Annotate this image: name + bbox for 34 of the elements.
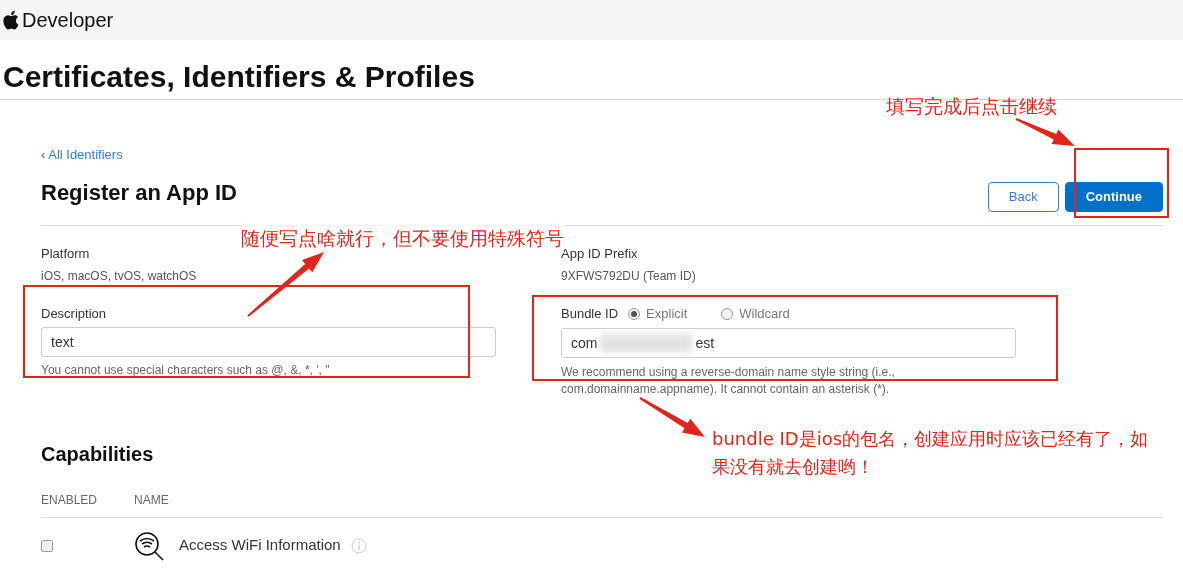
checkbox[interactable]	[41, 539, 53, 552]
back-button[interactable]: Back	[987, 182, 1059, 212]
input-field[interactable]: com est	[561, 328, 1016, 358]
field-label: Bundle ID	[561, 305, 619, 324]
field-value: 9XFWS792DU (Team ID)	[561, 268, 697, 284]
column-header: ENABLED	[41, 492, 99, 509]
field-label: Platform	[41, 246, 91, 262]
hint-text: com.domainname.appname). It cannot contain an asterisk (*).	[561, 381, 891, 398]
column-header: NAME	[134, 492, 169, 509]
radio-button[interactable]	[721, 308, 734, 320]
field-label: Description	[41, 306, 108, 322]
continue-button[interactable]: Continue	[1064, 182, 1163, 212]
back-link[interactable]: ‹ All Identifiers	[41, 147, 123, 162]
radio-button[interactable]	[628, 308, 641, 320]
field-value: iOS, macOS, tvOS, watchOS	[41, 268, 198, 284]
radio-label: Explicit	[646, 305, 688, 324]
hint-text: You cannot use special characters such as @, &, *, ', "	[41, 363, 331, 378]
arrow	[1015, 118, 1075, 146]
field-label: App ID Prefix	[561, 246, 639, 262]
arrow	[639, 397, 705, 437]
brand-name[interactable]: Developer	[22, 5, 114, 35]
input-field[interactable]: text	[41, 327, 496, 357]
apple-logo-icon	[2, 10, 19, 30]
capability-name: Access WiFi Information	[179, 535, 341, 556]
annotation-text: 填写完成后点击继续	[886, 94, 1057, 119]
info-icon[interactable]	[350, 537, 367, 554]
annotation-text: bundle ID是ios的包名，创建应用时应该已经有了，如果没有就去创建哟！	[712, 427, 1150, 479]
annotation-text: 随便写点啥就行，但不要使用特殊符号	[241, 224, 564, 253]
page-title: Certificates, Identifiers & Profiles	[3, 59, 476, 95]
wifi-search-icon	[134, 530, 166, 561]
section-title: Capabilities	[41, 442, 154, 466]
hint-text: We recommend using a reverse-domain name style string (i.e.,	[561, 364, 896, 381]
radio-label: Wildcard	[739, 305, 790, 324]
form-title: Register an App ID	[41, 179, 237, 207]
